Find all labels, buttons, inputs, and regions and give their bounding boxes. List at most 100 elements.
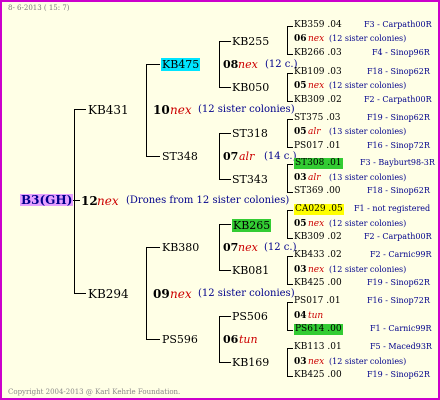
leaf-queen[interactable]: KB309 .02 — [294, 233, 342, 242]
leaf-queen[interactable]: KB359 .04 — [294, 21, 342, 30]
leaf-queen[interactable]: PS614 .00 — [294, 324, 343, 335]
connector-line — [287, 256, 288, 284]
node-level2[interactable]: PS596 — [162, 334, 198, 345]
node-generation: 07 — [223, 241, 239, 254]
node-generation: 06 — [223, 333, 239, 346]
node-level2[interactable]: KB380 — [162, 242, 199, 253]
node-note: (12 sister colonies) — [329, 219, 407, 228]
leaf-queen[interactable]: PS017 .01 — [294, 297, 341, 306]
node-level3[interactable]: ST318 — [232, 128, 268, 139]
connector-line — [219, 87, 231, 88]
leaf-origin: F19 - Sinop62R — [367, 370, 430, 379]
leaf-origin: F16 - Sinop72R — [367, 296, 430, 305]
node-generation: 10 — [153, 103, 170, 117]
connector-line — [287, 302, 288, 330]
node-level3[interactable]: ST343 — [232, 174, 268, 185]
leaf-origin: F18 - Sinop62R — [367, 186, 430, 195]
leaf-queen[interactable]: KB266 .03 — [294, 49, 342, 58]
node-generation: 06 — [294, 34, 307, 44]
node-level3[interactable]: KB265 — [232, 219, 272, 232]
connector-line — [287, 164, 293, 165]
connector-line — [287, 119, 293, 120]
connector-line — [287, 119, 288, 147]
leaf-queen[interactable]: KB309 .02 — [294, 96, 342, 105]
connector-line — [219, 224, 220, 270]
node-generation: 07 — [223, 150, 239, 163]
node-generation: 09 — [153, 287, 170, 301]
leaf-origin: F1 - not registered — [354, 204, 431, 213]
leaf-queen[interactable]: KB425 .00 — [294, 371, 342, 380]
node-mark: nex — [308, 219, 325, 229]
pedigree-chart: { "header": { "date_text": "8- 6-2013 ( … — [0, 0, 440, 400]
node-mark: alr — [308, 127, 321, 137]
connector-line — [287, 73, 293, 74]
node-level3[interactable]: KB081 — [232, 265, 269, 276]
leaf-origin: F19 - Sinop62R — [367, 278, 430, 287]
node-mark: tun — [308, 311, 324, 321]
copyright: Copyright 2004-2013 @ Karl Kehrle Founda… — [8, 388, 181, 396]
connector-line — [146, 339, 160, 340]
root-queen[interactable]: B3(GH) — [20, 194, 74, 206]
connector-line — [74, 109, 75, 294]
connector-line — [219, 362, 231, 363]
node-mark: alr — [308, 173, 321, 183]
root-mark: nex — [97, 194, 119, 208]
node-mark: nex — [308, 357, 325, 367]
node-level1[interactable]: KB294 — [88, 288, 129, 300]
leaf-origin: F19 - Sinop62R — [367, 113, 430, 122]
leaf-origin: F2 - Carpath00R — [364, 232, 432, 241]
connector-line — [287, 54, 293, 55]
leaf-origin: F1 - Carnic99R — [370, 324, 432, 333]
leaf-queen[interactable]: KB109 .03 — [294, 68, 342, 77]
node-note: (12 sister colonies) — [329, 34, 407, 43]
node-note: (12 sister colonies) — [198, 104, 295, 115]
connector-line — [287, 101, 293, 102]
connector-line — [146, 64, 160, 65]
node-note: (12 sister colonies) — [198, 288, 295, 299]
connector-line — [146, 247, 160, 248]
leaf-queen[interactable]: ST369 .00 — [294, 187, 341, 196]
node-level3[interactable]: KB169 — [232, 357, 269, 368]
connector-line — [287, 348, 288, 376]
node-mark: nex — [170, 287, 192, 301]
connector-line — [219, 270, 231, 271]
leaf-queen[interactable]: KB433 .02 — [294, 251, 342, 260]
connector-line — [287, 26, 293, 27]
node-note: (12 sister colonies) — [329, 357, 407, 366]
connector-line — [219, 133, 220, 179]
connector-line — [219, 316, 220, 362]
node-generation: 04 — [294, 311, 307, 321]
node-generation: 08 — [223, 58, 239, 71]
connector-line — [287, 348, 293, 349]
root-generation: 12 — [81, 194, 98, 208]
node-level2[interactable]: ST348 — [162, 151, 198, 162]
node-level1[interactable]: KB431 — [88, 104, 129, 116]
node-level3[interactable]: KB255 — [232, 36, 269, 47]
leaf-queen[interactable]: CA029 .05 — [294, 204, 344, 215]
connector-line — [287, 210, 293, 211]
connector-line — [287, 210, 288, 238]
leaf-queen[interactable]: ST375 .03 — [294, 114, 341, 123]
node-mark: nex — [308, 265, 325, 275]
node-generation: 03 — [294, 265, 307, 275]
node-level2[interactable]: KB475 — [161, 58, 201, 71]
leaf-origin: F2 - Carpath00R — [364, 95, 432, 104]
node-level3[interactable]: PS506 — [232, 311, 268, 322]
node-level3[interactable]: KB050 — [232, 82, 269, 93]
leaf-queen[interactable]: KB425 .00 — [294, 279, 342, 288]
leaf-queen[interactable]: PS017 .01 — [294, 142, 341, 151]
connector-line — [219, 316, 231, 317]
connector-line — [287, 192, 293, 193]
node-note: (12 sister colonies) — [329, 265, 407, 274]
leaf-queen[interactable]: ST308 .01 — [294, 158, 343, 169]
connector-line — [287, 330, 293, 331]
root-note: (Drones from 12 sister colonies) — [126, 195, 290, 206]
leaf-queen[interactable]: KB113 .01 — [294, 343, 342, 352]
leaf-origin: F2 - Carnic99R — [370, 250, 432, 259]
connector-line — [287, 73, 288, 101]
connector-line — [219, 41, 231, 42]
leaf-origin: F3 - Carpath00R — [364, 20, 432, 29]
node-mark: nex — [238, 241, 258, 254]
node-mark: nex — [238, 58, 258, 71]
connector-line — [146, 247, 147, 339]
